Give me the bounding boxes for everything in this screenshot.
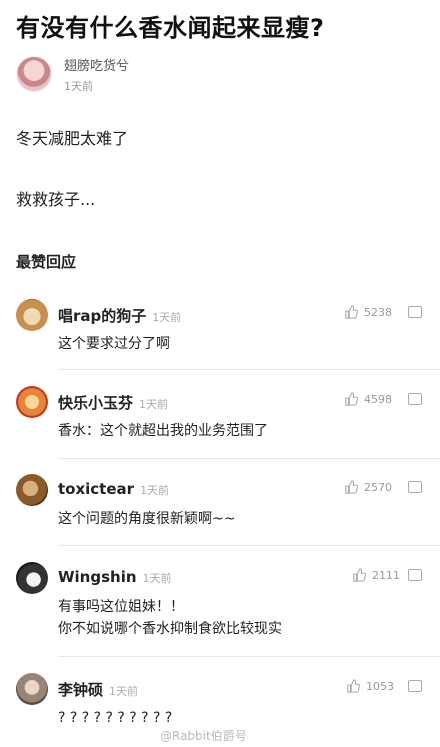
comment-text: ? ? ? ? ? ? ? ? ? ? bbox=[58, 710, 173, 726]
avatar[interactable] bbox=[16, 562, 48, 594]
comment-time: 1天前 bbox=[140, 484, 170, 497]
comment-author[interactable]: 快乐小玉芬 1天前 bbox=[58, 392, 168, 413]
like-button[interactable]: 5238 bbox=[344, 305, 392, 319]
reply-icon[interactable] bbox=[408, 306, 422, 318]
divider bbox=[58, 656, 440, 657]
post-title: 有没有什么香水闻起来显瘦? bbox=[16, 14, 325, 42]
thumbs-up-icon bbox=[345, 480, 358, 494]
avatar[interactable] bbox=[16, 673, 48, 705]
thumbs-up-icon bbox=[345, 305, 358, 319]
thumbs-up-icon bbox=[345, 392, 358, 406]
comment-time: 1天前 bbox=[152, 311, 182, 324]
like-button[interactable]: 4598 bbox=[344, 392, 392, 406]
comment-time: 1天前 bbox=[139, 398, 169, 411]
reply-icon[interactable] bbox=[408, 680, 422, 692]
comment-author[interactable]: 李钟硕 1天前 bbox=[58, 679, 138, 700]
like-count: 2570 bbox=[364, 480, 392, 494]
reply-icon[interactable] bbox=[408, 393, 422, 405]
comment-time: 1天前 bbox=[142, 572, 172, 585]
post-author[interactable]: 翅膀吃货兮 1天前 bbox=[16, 54, 129, 94]
like-button[interactable]: 2570 bbox=[344, 480, 392, 494]
like-count: 1053 bbox=[366, 679, 394, 693]
post-time: 1天前 bbox=[64, 79, 93, 93]
thumbs-up-icon bbox=[353, 568, 366, 582]
comment-author[interactable]: Wingshin 1天前 bbox=[58, 568, 172, 586]
reply-icon[interactable] bbox=[408, 569, 422, 581]
author-meta: 翅膀吃货兮 1天前 bbox=[64, 55, 129, 94]
post-paragraph: 救救孩子... bbox=[16, 190, 96, 209]
author-name[interactable]: 翅膀吃货兮 bbox=[64, 55, 129, 74]
watermark: @Rabbit伯爵号 bbox=[160, 729, 247, 743]
comment-text: 这个要求过分了啊 bbox=[58, 336, 170, 352]
like-count: 5238 bbox=[364, 305, 392, 319]
thumbs-up-icon bbox=[347, 679, 360, 693]
avatar[interactable] bbox=[16, 386, 48, 418]
divider bbox=[58, 369, 440, 370]
comment-author[interactable]: 唱rap的狗子 1天前 bbox=[58, 305, 181, 326]
post-paragraph: 冬天减肥太难了 bbox=[16, 129, 129, 148]
avatar[interactable] bbox=[16, 299, 48, 331]
like-button[interactable]: 2111 bbox=[352, 568, 400, 582]
comment-text: 香水：这个就超出我的业务范围了 bbox=[58, 423, 268, 439]
comment-text: 有事吗这位姐妹！！ 你不如说哪个香水抑制食欲比较现实 bbox=[58, 599, 282, 637]
comment-text: 这个问题的角度很新颖啊~~ bbox=[58, 511, 236, 527]
like-count: 2111 bbox=[372, 568, 400, 582]
avatar[interactable] bbox=[16, 474, 48, 506]
avatar[interactable] bbox=[16, 56, 52, 92]
comment-author[interactable]: toxictear 1天前 bbox=[58, 480, 169, 498]
like-count: 4598 bbox=[364, 392, 392, 406]
divider bbox=[58, 545, 440, 546]
like-button[interactable]: 1053 bbox=[346, 679, 394, 693]
section-title-top-replies: 最赞回应 bbox=[16, 253, 77, 271]
reply-icon[interactable] bbox=[408, 481, 422, 493]
comment-time: 1天前 bbox=[109, 685, 139, 698]
divider bbox=[58, 458, 440, 459]
